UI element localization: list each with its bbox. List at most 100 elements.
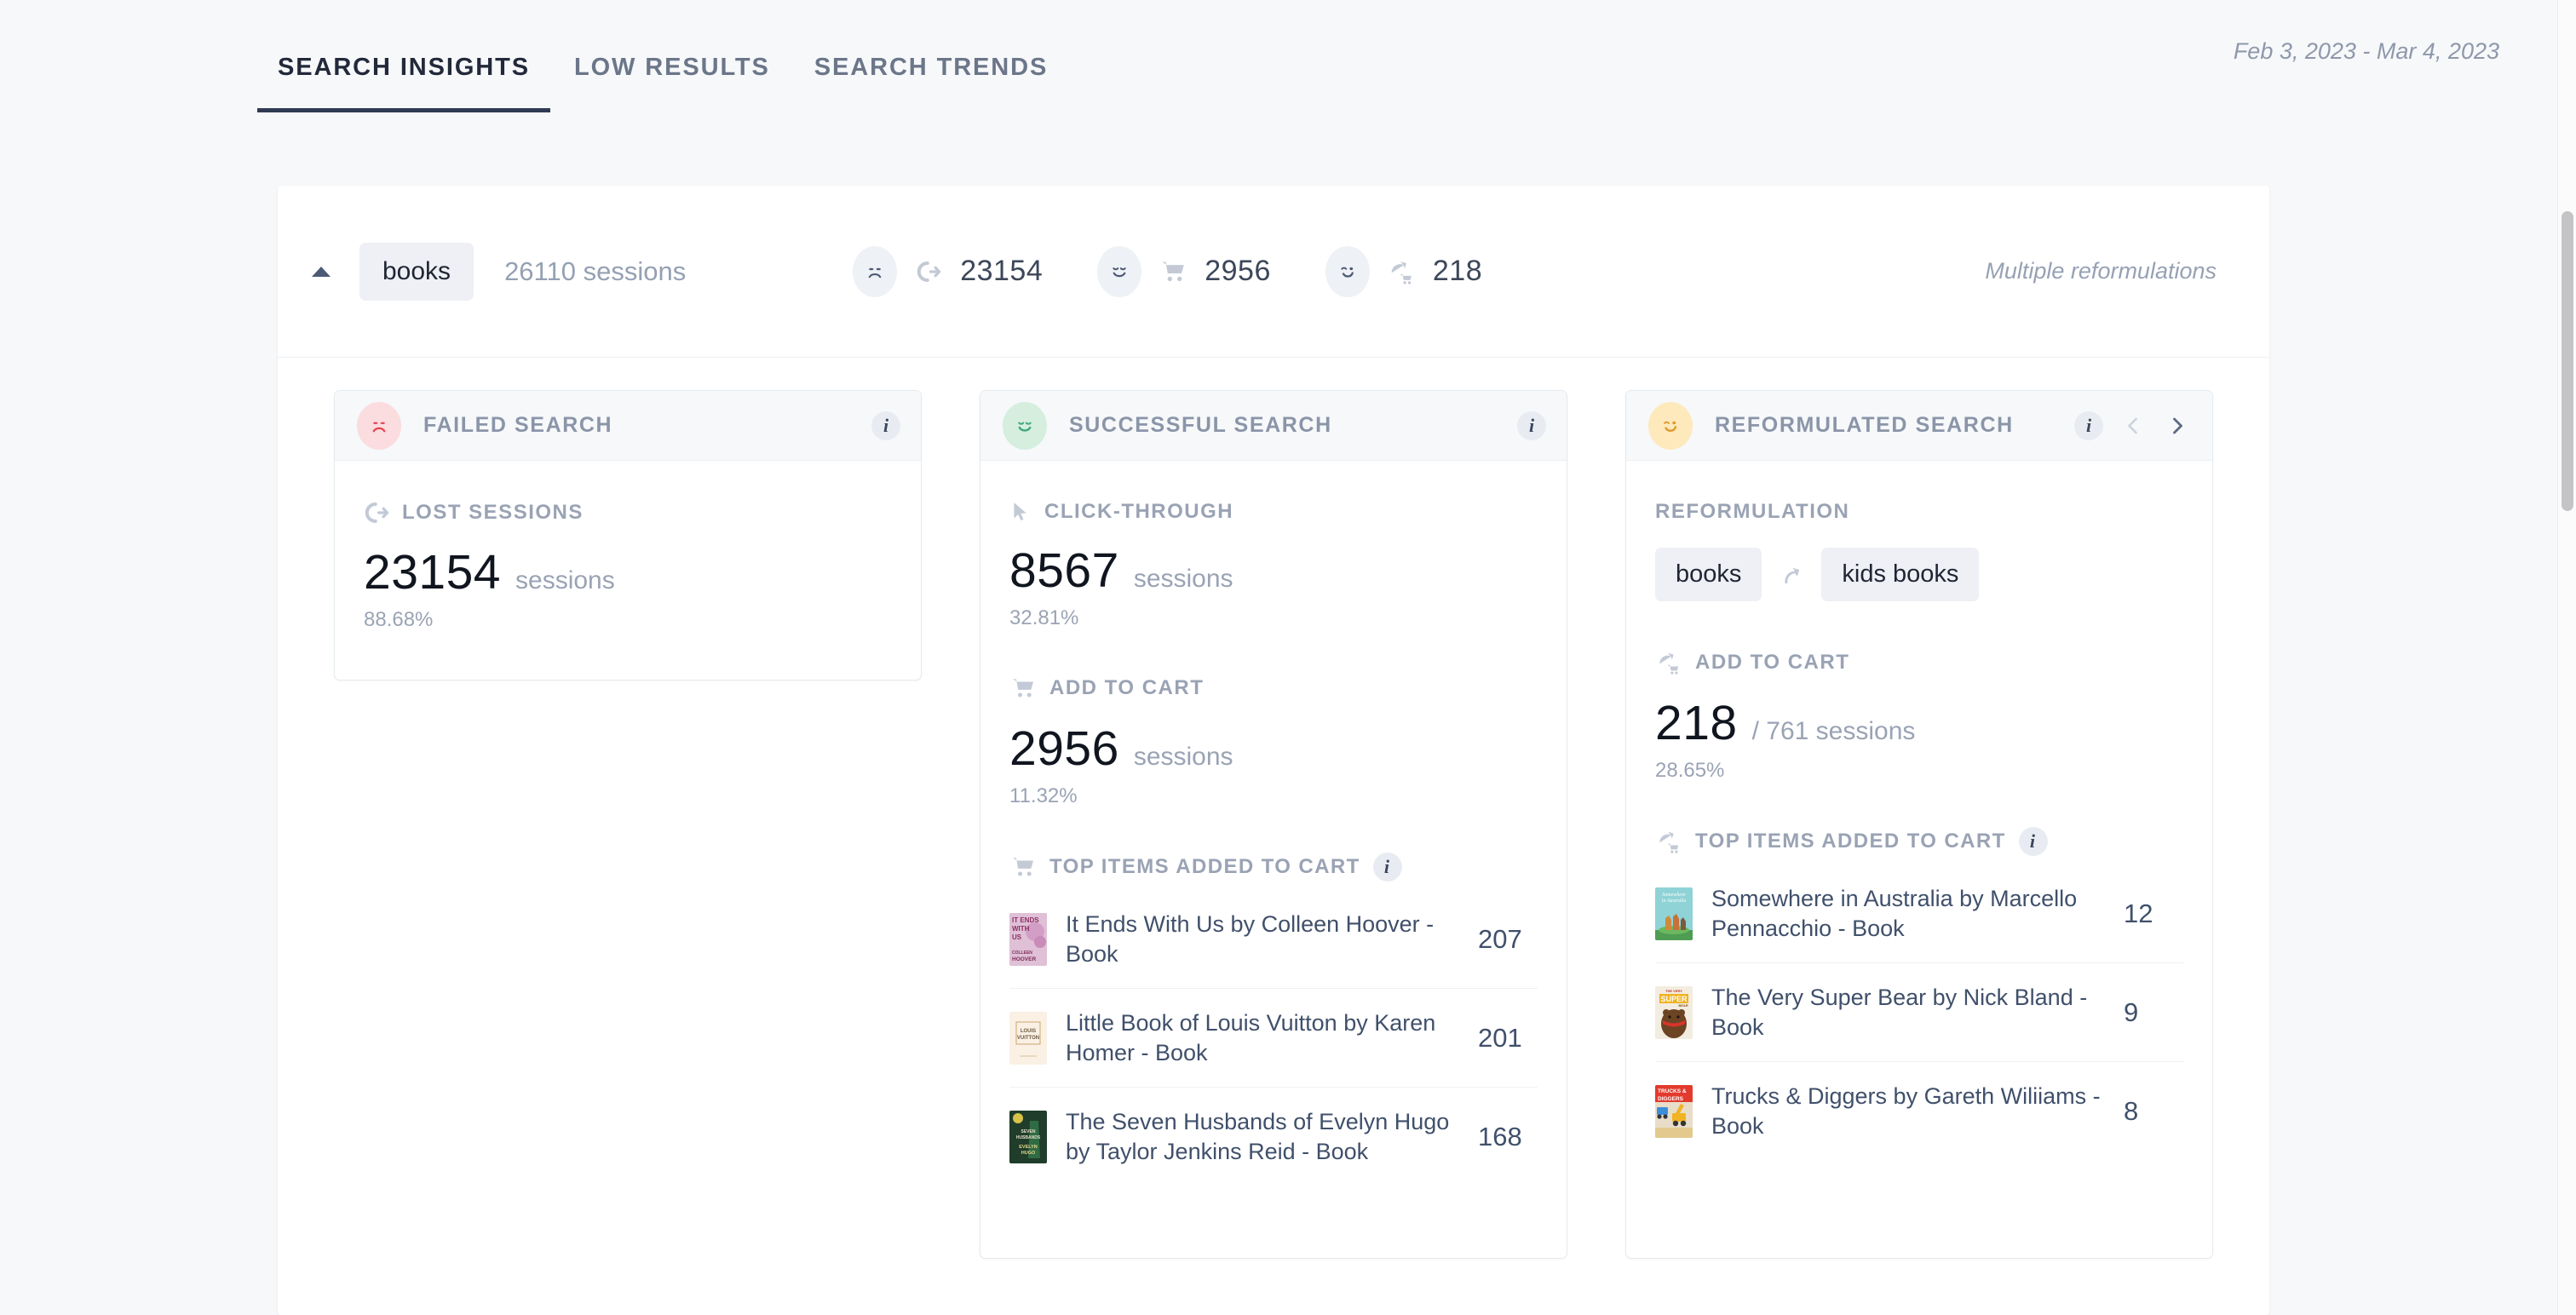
query-chip[interactable]: books (359, 242, 474, 301)
add-to-cart-unit: sessions (1133, 743, 1233, 771)
click-through-label-text: CLICK-THROUGH (1044, 500, 1234, 523)
list-item[interactable]: THE VERY SUPER BEAR The Very Super Bear … (1655, 963, 2183, 1062)
click-through-unit: sessions (1133, 565, 1233, 593)
list-item-count: 168 (1478, 1122, 1522, 1151)
reformulated-search-card: REFORMULATED SEARCH i REFORMULATION book… (1625, 390, 2213, 1259)
list-item[interactable]: TRUCKS & DIGGERS Trucks & Diggers by Gar… (1655, 1062, 2183, 1161)
chevron-right-icon[interactable] (2163, 409, 2192, 443)
reformulated-search-header-actions: i (2074, 409, 2192, 443)
reformulation-label: REFORMULATION (1655, 500, 2183, 524)
date-range-label[interactable]: Feb 3, 2023 - Mar 4, 2023 (2234, 38, 2499, 65)
reformulation-to-chip[interactable]: kids books (1821, 548, 1980, 601)
successful-search-card: SUCCESSFUL SEARCH i CLICK-THROUGH 8567 s… (980, 390, 1567, 1259)
svg-text:TRUCKS &: TRUCKS & (1658, 1088, 1687, 1094)
svg-text:US: US (1012, 933, 1022, 941)
svg-text:HOOVER: HOOVER (1012, 956, 1036, 962)
cart-icon (1009, 675, 1037, 702)
lost-sessions-icon (364, 500, 389, 525)
summary-metric-add-to-cart[interactable]: 2956 (1097, 245, 1271, 297)
multiple-reformulations-label: Multiple reformulations (1985, 258, 2217, 284)
click-through-percent: 32.81% (1009, 606, 1079, 629)
summary-metric-reformulated[interactable]: 218 (1325, 245, 1483, 297)
list-item-title: It Ends With Us by Colleen Hoover - Book (1066, 910, 1435, 967)
list-item[interactable]: Somewhere in Australia Somewhere in Aust… (1655, 864, 2183, 963)
info-icon[interactable]: i (871, 411, 900, 440)
reform-top-items-label: TOP ITEMS ADDED TO CART (1695, 830, 2006, 853)
reformulation-label-text: REFORMULATION (1655, 500, 1850, 523)
lost-sessions-value-row: 23154 sessions (364, 544, 892, 600)
top-items-header: TOP ITEMS ADDED TO CART i (1009, 853, 1538, 881)
info-icon[interactable]: i (2074, 411, 2103, 440)
svg-text:SUPER: SUPER (1660, 995, 1688, 1003)
svg-text:in Australia: in Australia (1662, 899, 1686, 904)
successful-search-card-body: CLICK-THROUGH 8567 sessions 32.81% ADD T… (980, 461, 1567, 1186)
add-to-cart-metric: ADD TO CART 2956 sessions 11.32% (1009, 675, 1538, 808)
lost-sessions-icon (911, 255, 946, 289)
svg-text:Somewhere: Somewhere (1662, 893, 1686, 898)
reform-add-to-cart-label: ADD TO CART (1655, 649, 2183, 676)
svg-text:SEVEN: SEVEN (1021, 1129, 1036, 1134)
smiley-face-icon (1003, 401, 1047, 450)
reform-add-to-cart-percent: 28.65% (1655, 759, 1725, 782)
lost-sessions-percent: 88.68% (364, 608, 434, 631)
tab-low-results[interactable]: LOW RESULTS (574, 54, 770, 112)
add-to-cart-label-text: ADD TO CART (1049, 676, 1205, 699)
svg-text:DIGGERS: DIGGERS (1658, 1096, 1684, 1102)
reformulated-search-title: REFORMULATED SEARCH (1715, 413, 2014, 437)
cart-icon (1009, 853, 1037, 881)
add-to-cart-value-row: 2956 sessions (1009, 721, 1538, 777)
summary-reformulated-value: 218 (1432, 255, 1483, 287)
info-icon[interactable]: i (2018, 827, 2048, 856)
reform-add-to-cart-unit: / 761 sessions (1751, 717, 1916, 745)
summary-metric-lost-sessions[interactable]: 23154 (853, 245, 1043, 297)
query-summary-row: books 26110 sessions 23154 2956 218 Mult… (278, 186, 2269, 358)
list-item[interactable]: SEVEN HUSBANDS EVELYN HUGO The Seven Hus… (1009, 1088, 1538, 1186)
top-items-label: TOP ITEMS ADDED TO CART (1049, 855, 1360, 878)
list-item-count: 201 (1478, 1022, 1522, 1053)
lost-sessions-unit: sessions (515, 566, 615, 594)
reformulation-chips: books kids books (1655, 548, 2183, 601)
successful-search-header-actions: i (1517, 411, 1546, 440)
info-icon[interactable]: i (1517, 411, 1546, 440)
failed-search-title: FAILED SEARCH (423, 413, 613, 437)
scrollbar-thumb[interactable] (2562, 211, 2573, 511)
reform-add-to-cart-value-row: 218 / 761 sessions (1655, 695, 2183, 751)
book-cover-thumbnail: Somewhere in Australia (1655, 887, 1693, 940)
svg-text:IT ENDS: IT ENDS (1012, 916, 1039, 924)
page-scrollbar[interactable] (2557, 0, 2576, 1315)
failed-search-card-header: FAILED SEARCH i (335, 391, 921, 461)
list-item-title: Somewhere in Australia by Marcello Penna… (1711, 885, 2078, 941)
tab-search-trends-label: SEARCH TRENDS (814, 54, 1049, 81)
book-cover-thumbnail: SEVEN HUSBANDS EVELYN HUGO (1009, 1111, 1047, 1163)
sad-face-icon (853, 245, 898, 297)
click-through-value: 8567 (1009, 543, 1119, 598)
list-item-title: The Seven Husbands of Evelyn Hugo by Tay… (1066, 1109, 1450, 1164)
tab-search-insights[interactable]: SEARCH INSIGHTS (257, 54, 550, 112)
add-to-cart-percent: 11.32% (1009, 784, 1078, 807)
tab-search-trends[interactable]: SEARCH TRENDS (814, 54, 1048, 112)
tab-list: SEARCH INSIGHTS LOW RESULTS SEARCH TREND… (257, 0, 1092, 112)
list-item-title: Little Book of Louis Vuitton by Karen Ho… (1066, 1009, 1436, 1065)
list-item-title: Trucks & Diggers by Gareth Wiliiams - Bo… (1711, 1083, 2101, 1139)
info-icon[interactable]: i (1372, 853, 1402, 881)
reform-add-to-cart-metric: ADD TO CART 218 / 761 sessions 28.65% (1655, 649, 2183, 783)
failed-search-header-actions: i (871, 411, 900, 440)
list-item-count: 9 (2124, 996, 2139, 1027)
chevron-left-icon[interactable] (2119, 409, 2148, 443)
reformulation-from-chip[interactable]: books (1655, 548, 1762, 601)
reformulated-cart-icon (1384, 255, 1418, 289)
list-item-title: The Very Super Bear by Nick Bland - Book (1711, 984, 2088, 1040)
click-through-metric-label: CLICK-THROUGH (1009, 500, 1538, 524)
top-items-list: IT ENDS WITH US COLLEEN HOOVER It Ends W… (1009, 890, 1538, 1186)
list-item[interactable]: LOUIS VUITTON Little Book of Louis Vuitt… (1009, 989, 1538, 1088)
successful-search-title: SUCCESSFUL SEARCH (1069, 413, 1332, 437)
reform-add-to-cart-value: 218 (1655, 696, 1738, 750)
list-item-count: 8 (2124, 1096, 2139, 1126)
reformulated-search-card-header: REFORMULATED SEARCH i (1626, 391, 2212, 461)
collapse-caret-icon[interactable] (312, 266, 331, 277)
svg-text:EVELYN: EVELYN (1019, 1145, 1038, 1150)
list-item[interactable]: IT ENDS WITH US COLLEEN HOOVER It Ends W… (1009, 890, 1538, 989)
cursor-icon (1009, 501, 1032, 523)
failed-search-card-body: LOST SESSIONS 23154 sessions 88.68% (335, 461, 921, 680)
svg-text:HUGO: HUGO (1021, 1151, 1036, 1156)
